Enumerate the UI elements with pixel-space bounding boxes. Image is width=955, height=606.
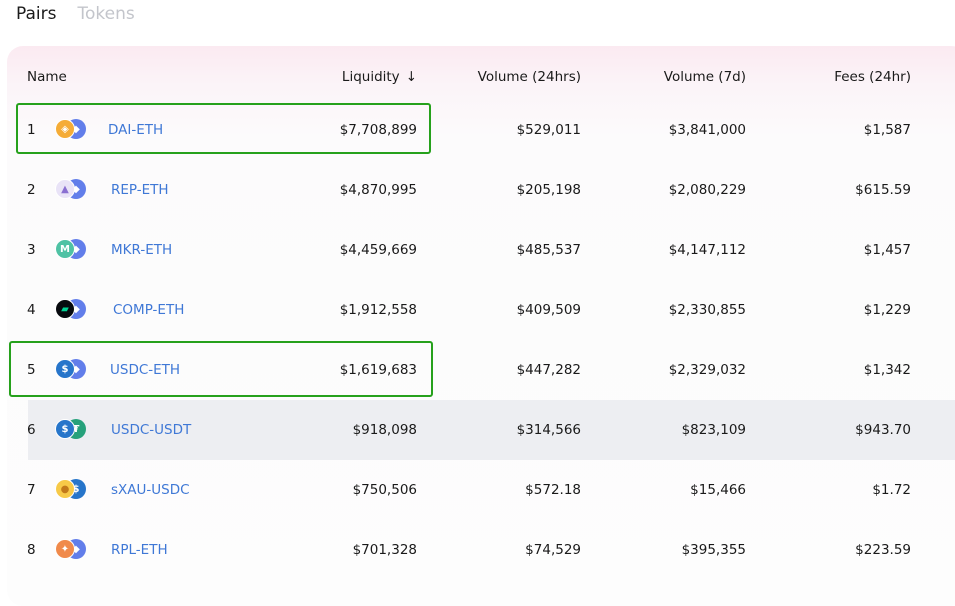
- usdc-icon: $: [55, 359, 75, 379]
- table-row[interactable]: 2 ▲ ◆ REP-ETH $4,870,995 $205,198 $2,080,229 $6…: [0, 160, 955, 220]
- volume-7d-cell: $4,147,112: [668, 242, 746, 258]
- row-rank: 7: [27, 482, 36, 498]
- token-pair-icons: M ◆: [55, 239, 89, 261]
- pair-link[interactable]: COMP-ETH: [113, 302, 184, 318]
- token-pair-icons: ▲ ◆: [55, 179, 89, 201]
- fees-24h-cell: $615.59: [855, 182, 911, 198]
- token-pair-icons: ✦ ◆: [55, 539, 89, 561]
- volume-24h-cell: $409,509: [516, 302, 581, 318]
- liquidity-cell: $4,870,995: [339, 182, 417, 198]
- liquidity-cell: $918,098: [352, 422, 417, 438]
- fees-24h-cell: $1,457: [863, 242, 911, 258]
- usdc-icon: $: [55, 419, 75, 439]
- volume-7d-cell: $2,329,032: [668, 362, 746, 378]
- volume-24h-cell: $485,537: [516, 242, 581, 258]
- pair-link[interactable]: MKR-ETH: [111, 242, 172, 258]
- comp-icon: ▰: [55, 299, 75, 319]
- rpl-icon: ✦: [55, 539, 75, 559]
- fees-24h-cell: $1,229: [863, 302, 911, 318]
- token-pair-icons: ▰ ◆: [55, 299, 89, 321]
- table-row[interactable]: 7 ● $ sXAU-USDC $750,506 $572.18 $15,466 $1.72: [0, 460, 955, 520]
- pair-link[interactable]: RPL-ETH: [111, 542, 168, 558]
- table-row[interactable]: 4 ▰ ◆ COMP-ETH $1,912,558 $409,509 $2,330,855 $…: [0, 280, 955, 340]
- header-volume-24h[interactable]: Volume (24hrs): [478, 69, 581, 85]
- volume-7d-cell: $2,080,229: [668, 182, 746, 198]
- fees-24h-cell: $943.70: [855, 422, 911, 438]
- header-volume-7d[interactable]: Volume (7d): [664, 69, 746, 85]
- header-name[interactable]: Name: [27, 69, 67, 85]
- fees-24h-cell: $223.59: [855, 542, 911, 558]
- row-rank: 6: [27, 422, 36, 438]
- header-fees-24h[interactable]: Fees (24hr): [834, 69, 911, 85]
- tab-tokens[interactable]: Tokens: [77, 4, 134, 24]
- token-pair-icons: ● $: [55, 479, 89, 501]
- token-pair-icons: $ ₮: [55, 419, 89, 441]
- volume-24h-cell: $572.18: [525, 482, 581, 498]
- volume-24h-cell: $205,198: [516, 182, 581, 198]
- rep-icon: ▲: [55, 179, 75, 199]
- volume-24h-cell: $74,529: [525, 542, 581, 558]
- dai-icon: ◈: [55, 119, 75, 139]
- row-rank: 2: [27, 182, 36, 198]
- header-liquidity-label: Liquidity: [341, 69, 400, 85]
- row-rank: 4: [27, 302, 36, 318]
- volume-7d-cell: $395,355: [681, 542, 746, 558]
- row-rank: 8: [27, 542, 36, 558]
- volume-24h-cell: $447,282: [516, 362, 581, 378]
- sxau-icon: ●: [55, 479, 75, 499]
- tab-bar: Pairs Tokens: [16, 4, 135, 24]
- mkr-icon: M: [55, 239, 75, 259]
- table-row[interactable]: 3 M ◆ MKR-ETH $4,459,669 $485,537 $4,147,112 $1…: [0, 220, 955, 280]
- volume-7d-cell: $15,466: [690, 482, 746, 498]
- volume-7d-cell: $823,109: [681, 422, 746, 438]
- volume-7d-cell: $2,330,855: [668, 302, 746, 318]
- table-row[interactable]: 6 $ ₮ USDC-USDT $918,098 $314,566 $823,109 $943…: [27, 400, 955, 460]
- liquidity-cell: $1,912,558: [339, 302, 417, 318]
- row-rank: 3: [27, 242, 36, 258]
- volume-24h-cell: $529,011: [516, 122, 581, 138]
- liquidity-cell: $4,459,669: [339, 242, 417, 258]
- fees-24h-cell: $1,342: [863, 362, 911, 378]
- pair-link[interactable]: sXAU-USDC: [111, 482, 190, 498]
- header-liquidity[interactable]: Liquidity ↓: [342, 69, 417, 85]
- pair-link[interactable]: REP-ETH: [111, 182, 169, 198]
- fees-24h-cell: $1,587: [863, 122, 911, 138]
- pair-link[interactable]: USDC-USDT: [111, 422, 191, 438]
- liquidity-cell: $750,506: [352, 482, 417, 498]
- sort-down-icon: ↓: [405, 69, 417, 85]
- liquidity-cell: $701,328: [352, 542, 417, 558]
- table-row[interactable]: 8 ✦ ◆ RPL-ETH $701,328 $74,529 $395,355 $223.59: [0, 520, 955, 580]
- volume-7d-cell: $3,841,000: [668, 122, 746, 138]
- volume-24h-cell: $314,566: [516, 422, 581, 438]
- tab-pairs[interactable]: Pairs: [16, 4, 56, 24]
- fees-24h-cell: $1.72: [872, 482, 911, 498]
